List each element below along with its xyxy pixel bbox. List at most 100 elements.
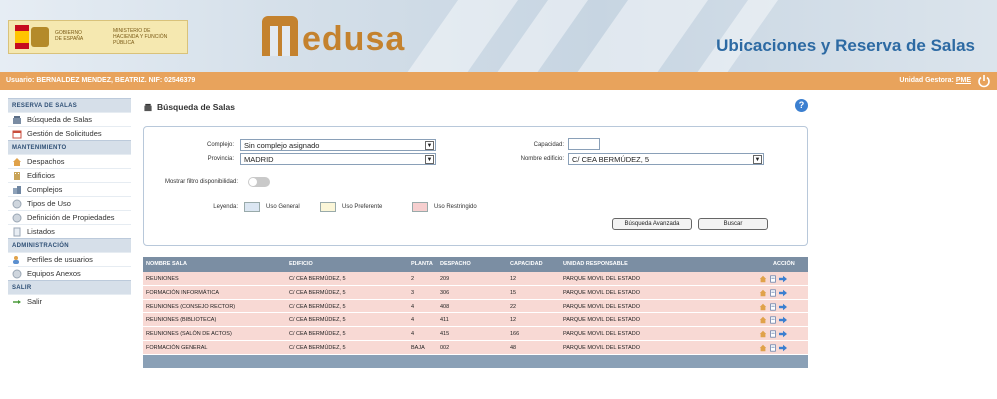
sidebar-item-gestion-solicitudes[interactable]: Gestión de Solicitudes [8,126,131,140]
cell-edificio: C/ CEA BERMÚDEZ, 5 [289,344,346,351]
table-footer [143,354,808,368]
sidebar-item-tipos-uso[interactable]: Tipos de Uso [8,196,131,210]
help-icon[interactable]: ? [795,99,808,112]
provincia-value: MADRID [244,155,274,164]
disc-icon [12,213,22,222]
cell-planta: BAJA [411,344,425,351]
capacidad-input[interactable] [568,138,600,150]
table-row[interactable]: REUNIONES (BIBLIOTECA) C/ CEA BERMÚDEZ, 5… [143,313,808,328]
home-icon [13,157,21,166]
power-icon[interactable] [977,74,991,88]
document-icon[interactable] [769,316,777,324]
user-info: Usuario: BERNALDEZ MENDEZ, BEATRIZ. NIF:… [6,77,196,84]
complejo-select[interactable]: Sin complejo asignado ▼ [240,139,436,151]
unit-label: Unidad Gestora: [899,77,954,84]
cell-edificio: C/ CEA BERMÚDEZ, 5 [289,331,346,338]
legend-preferente-label: Uso Preferente [342,204,383,210]
arrow-right-icon[interactable] [779,289,787,297]
table-row[interactable]: REUNIONES C/ CEA BERMÚDEZ, 5 2 209 12 PARQUE … [143,272,808,286]
document-icon[interactable] [769,344,777,352]
table-row[interactable]: FORMACIÓN INFORMÁTICA C/ CEA BERMÚDEZ, 5 3… [143,285,808,300]
cell-despacho: 209 [440,276,450,282]
home-icon[interactable] [759,289,767,297]
home-icon[interactable] [759,303,767,311]
users-icon [13,255,19,264]
search-button[interactable]: Buscar [698,218,768,230]
sidebar-item-busqueda-salas[interactable]: Búsqueda de Salas [8,112,131,126]
cell-despacho: 002 [440,344,450,351]
cell-nombre-sala: FORMACIÓN INFORMÁTICA [146,289,220,296]
sidebar-item-label: Tipos de Uso [27,199,71,208]
gov-line1: GOBIERNO DE ESPAÑA [55,30,84,42]
sidebar-item-complejos[interactable]: Complejos [8,182,131,196]
document-icon[interactable] [769,330,777,338]
sidebar-item-label: Equipos Anexos [27,269,81,278]
sidebar-item-label: Gestión de Solicitudes [27,129,102,138]
row-actions [759,275,787,283]
sidebar-item-edificios[interactable]: Edificios [8,168,131,182]
col-planta: PLANTA [411,261,433,267]
sidebar-item-equipos-anexos[interactable]: Equipos Anexos [8,266,131,280]
home-icon[interactable] [759,330,767,338]
spain-flag-icon [15,25,29,49]
sidebar-item-perfiles-usuarios[interactable]: Perfiles de usuarios [8,252,131,266]
sidebar-item-despachos[interactable]: Despachos [8,154,131,168]
cell-edificio: C/ CEA BERMÚDEZ, 5 [289,317,346,324]
legend-swatch-general [244,202,260,212]
chevron-down-icon: ▼ [425,141,434,150]
cell-unidad: PARQUE MOVIL DEL ESTADO [563,344,641,351]
sidebar-item-listados[interactable]: Listados [8,224,131,238]
edificio-label: Nombre edificio: [520,156,564,162]
table-header: NOMBRE SALA EDIFICIO PLANTA DESPACHO CAP… [143,257,808,272]
cell-planta: 4 [411,303,415,310]
arrow-right-icon[interactable] [779,330,787,338]
sidebar-item-label: Salir [27,297,43,306]
cell-edificio: C/ CEA BERMÚDEZ, 5 [289,303,346,310]
edificio-select[interactable]: C/ CEA BERMÚDEZ, 5 ▼ [568,153,764,165]
document-icon[interactable] [769,302,777,311]
disponibilidad-toggle[interactable] [248,177,270,187]
cell-nombre-sala: REUNIONES (BIBLIOTECA) [146,317,217,324]
table-row[interactable]: FORMACIÓN GENERAL C/ CEA BERMÚDEZ, 5 BAJA 0… [143,340,808,355]
arrow-right-icon[interactable] [779,344,787,352]
provincia-select[interactable]: MADRID ▼ [240,153,436,165]
search-form: Complejo: Sin complejo asignado ▼ Capaci… [143,126,808,246]
col-despacho: DESPACHO [440,261,471,267]
calendar-icon [12,130,22,138]
advanced-search-button[interactable]: Búsqueda Avanzada [612,218,692,230]
unit-link[interactable]: PME [956,77,971,84]
document-icon[interactable] [769,275,777,283]
home-icon[interactable] [759,316,767,324]
legend-general-label: Uso General [266,204,300,210]
home-icon[interactable] [759,275,767,283]
leyenda-label: Leyenda: [213,204,238,210]
sidebar-item-label: Edificios [27,171,55,180]
app-title: Ubicaciones y Reserva de Salas [716,36,975,55]
sidebar-item-label: Listados [27,227,55,236]
results-table: NOMBRE SALA EDIFICIO PLANTA DESPACHO CAP… [143,257,808,368]
provincia-label: Provincia: [207,156,234,162]
cell-despacho: 411 [440,317,449,324]
sidebar-item-salir[interactable]: Salir [8,294,131,308]
home-icon[interactable] [759,344,767,352]
sidebar-section-administracion: ADMINISTRACIÓN [8,238,131,252]
disc-icon [12,199,22,208]
col-unidad-responsable: UNIDAD RESPONSABLE [563,261,628,267]
cell-edificio: C/ CEA BERMÚDEZ, 5 [289,289,346,296]
document-icon[interactable] [769,289,777,297]
building-icon [13,115,21,124]
arrow-right-icon[interactable] [779,316,787,324]
cell-capacidad: 48 [510,344,517,351]
table-row[interactable]: REUNIONES (SALÓN DE ACTOS) C/ CEA BERMÚDE… [143,327,808,341]
table-row[interactable]: REUNIONES (CONSEJO RECTOR) C/ CEA BERMÚDE… [143,299,808,314]
legend-swatch-restringido [412,202,428,212]
medusa-logo-icon [262,16,298,56]
complejo-value: Sin complejo asignado [244,141,320,150]
exit-arrow-icon [13,299,21,304]
disc-icon [12,269,22,278]
arrow-right-icon[interactable] [779,275,787,283]
arrow-right-icon[interactable] [779,303,787,311]
complex-icon [13,185,21,194]
sidebar-item-definicion-propiedades[interactable]: Definición de Propiedades [8,210,131,224]
app-header: GOBIERNO DE ESPAÑA MINISTERIO DE HACIEND… [0,0,997,72]
